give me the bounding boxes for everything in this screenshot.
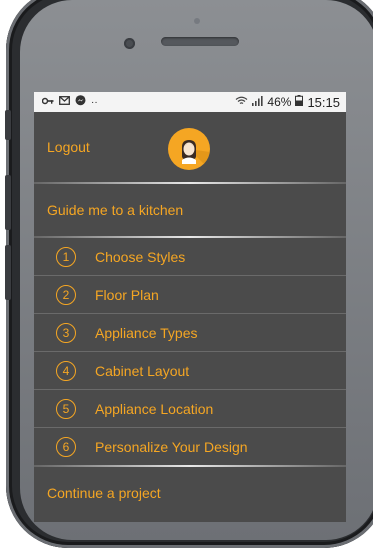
mute-switch: [5, 110, 11, 140]
clock: 15:15: [307, 94, 340, 110]
battery-icon: [295, 95, 304, 109]
mail-icon: [59, 96, 70, 108]
step-number: 5: [56, 398, 76, 419]
user-avatar-icon: [182, 140, 210, 170]
step-label: Appliance Types: [95, 324, 198, 341]
step-list: 1 Choose Styles 2 Floor Plan 3 Appliance…: [34, 238, 346, 465]
step-label: Personalize Your Design: [95, 438, 248, 455]
wifi-icon: [235, 95, 248, 109]
key-icon: [41, 97, 54, 108]
messenger-icon: [75, 95, 86, 109]
step-item-appliance-location[interactable]: 5 Appliance Location: [34, 389, 346, 427]
step-label: Floor Plan: [95, 286, 159, 303]
step-number: 4: [56, 360, 76, 381]
avatar[interactable]: [168, 128, 210, 170]
step-label: Cabinet Layout: [95, 362, 190, 379]
menu-header: Logout: [34, 112, 346, 182]
step-number: 6: [56, 436, 76, 457]
step-number: 1: [56, 246, 76, 267]
volume-up-button: [5, 175, 11, 230]
step-item-floor-plan[interactable]: 2 Floor Plan: [34, 275, 346, 313]
earpiece-speaker: [161, 37, 239, 46]
step-item-choose-styles[interactable]: 1 Choose Styles: [34, 238, 346, 275]
step-label: Appliance Location: [95, 400, 214, 417]
step-label: Choose Styles: [95, 248, 186, 265]
logout-link[interactable]: Logout: [47, 139, 90, 155]
step-item-appliance-types[interactable]: 3 Appliance Types: [34, 313, 346, 351]
step-number: 3: [56, 322, 76, 343]
proximity-sensor: [194, 18, 200, 24]
step-item-personalize-design[interactable]: 6 Personalize Your Design: [34, 427, 346, 465]
step-number: 2: [56, 284, 76, 305]
status-bar: ·· 46% 15:15: [34, 92, 346, 112]
step-item-cabinet-layout[interactable]: 4 Cabinet Layout: [34, 351, 346, 389]
more-icon: ··: [91, 96, 98, 108]
battery-percent: 46%: [267, 95, 292, 109]
continue-project-link[interactable]: Continue a project: [34, 467, 346, 519]
volume-down-button: [5, 245, 11, 300]
front-camera: [124, 38, 135, 49]
app-screen: ·· 46% 15:15 Logout Guide me to a kitche…: [34, 92, 346, 522]
signal-icon: [252, 95, 264, 109]
guide-me-link[interactable]: Guide me to a kitchen: [34, 184, 346, 236]
notification-icons: ··: [41, 95, 98, 109]
system-status: 46% 15:15: [235, 95, 340, 110]
